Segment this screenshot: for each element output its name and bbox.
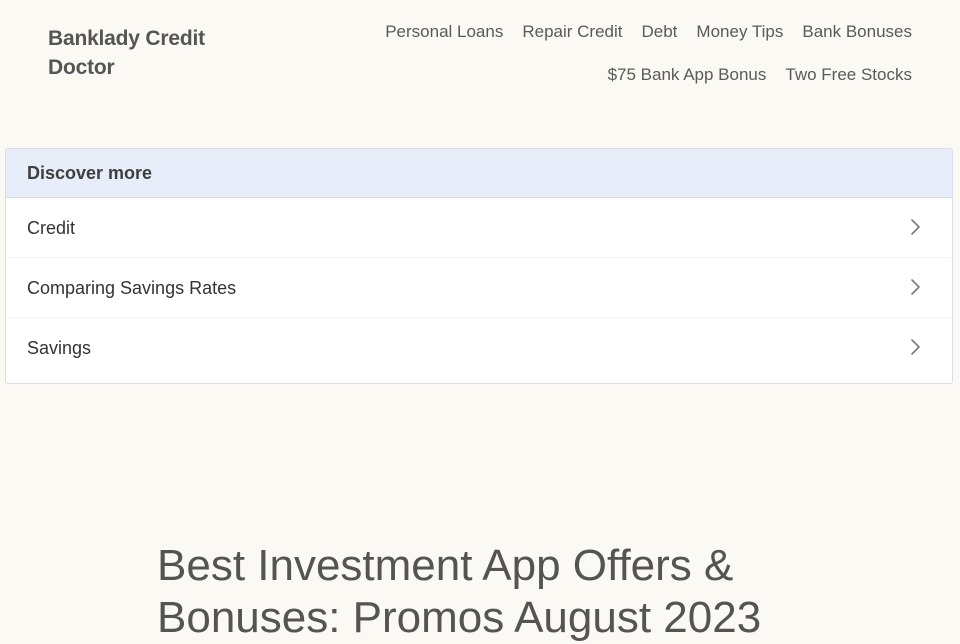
primary-nav-row-1: Personal Loans Repair Credit Debt Money … [385, 20, 912, 44]
chevron-right-icon [911, 339, 920, 355]
nav-link-bank-bonuses[interactable]: Bank Bonuses [802, 20, 912, 44]
nav-link-debt[interactable]: Debt [642, 20, 678, 44]
discover-item-comparing-savings-rates[interactable]: Comparing Savings Rates [6, 258, 952, 318]
article-title: Best Investment App Offers & Bonuses: Pr… [157, 541, 762, 642]
discover-more-panel: Discover more Credit Comparing Savings R… [5, 148, 953, 384]
discover-more-heading: Discover more [6, 149, 952, 198]
primary-nav-row-2: $75 Bank App Bonus Two Free Stocks [608, 63, 912, 87]
chevron-right-icon [911, 279, 920, 295]
discover-item-credit[interactable]: Credit [6, 198, 952, 258]
nav-link-personal-loans[interactable]: Personal Loans [385, 20, 503, 44]
nav-link-bank-app-bonus[interactable]: $75 Bank App Bonus [608, 63, 767, 87]
discover-item-label: Comparing Savings Rates [27, 278, 237, 298]
nav-link-two-free-stocks[interactable]: Two Free Stocks [785, 63, 912, 87]
site-header: Banklady Credit Doctor Personal Loans Re… [0, 0, 960, 120]
discover-item-label: Savings [27, 338, 92, 358]
discover-item-savings[interactable]: Savings [6, 318, 952, 378]
discover-item-label: Credit [27, 218, 76, 238]
site-title-link[interactable]: Banklady Credit Doctor [48, 24, 238, 82]
chevron-right-icon [911, 219, 920, 235]
nav-link-money-tips[interactable]: Money Tips [696, 20, 783, 44]
nav-link-repair-credit[interactable]: Repair Credit [522, 20, 622, 44]
